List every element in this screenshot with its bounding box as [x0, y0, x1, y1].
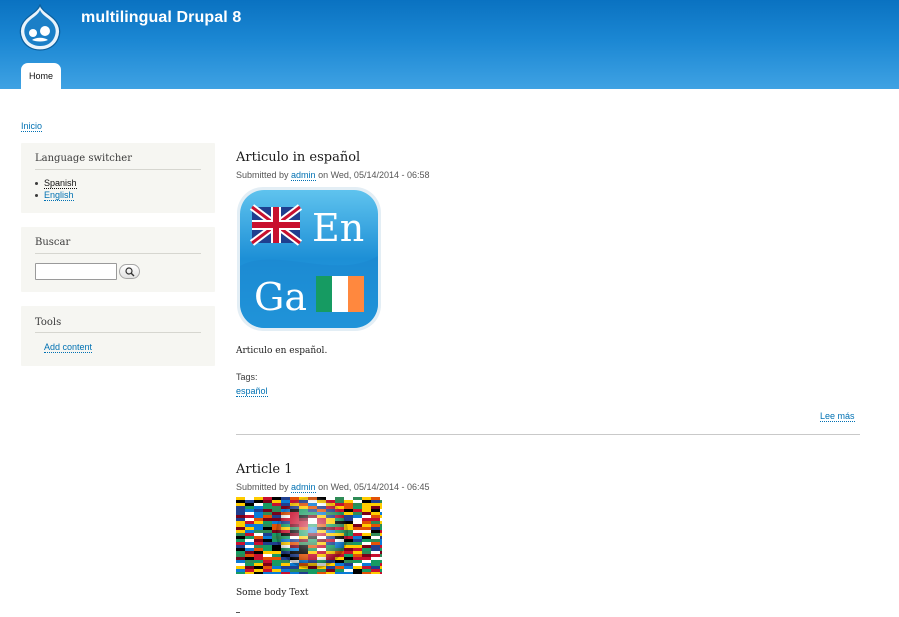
article-title[interactable]: Articulo in español	[236, 150, 360, 165]
drupal-logo-icon[interactable]	[18, 4, 62, 52]
block-divider	[35, 253, 201, 254]
tools-block: Tools Add content	[21, 306, 215, 366]
block-title: Buscar	[35, 237, 71, 248]
submitted-line: Submitted by admin on Wed, 05/14/2014 - …	[236, 170, 430, 181]
image-text-top: En	[312, 206, 364, 250]
submitted-prefix: Submitted by	[236, 170, 289, 180]
language-item-spanish: Spanish	[35, 177, 77, 189]
article-divider	[236, 434, 860, 435]
block-title: Language switcher	[35, 153, 132, 164]
language-switcher-block: Language switcher Spanish English	[21, 143, 215, 213]
en-ga-flags-icon[interactable]: En Ga	[236, 186, 382, 332]
add-content-link[interactable]: Add content	[44, 342, 93, 353]
search-icon	[125, 267, 135, 277]
author-link[interactable]: admin	[291, 482, 316, 493]
search-button[interactable]	[119, 264, 140, 279]
block-divider	[35, 332, 201, 333]
submitted-date: on Wed, 05/14/2014 - 06:58	[318, 170, 430, 180]
article-body: Some body Text	[236, 588, 309, 598]
language-link-spanish[interactable]: Spanish	[44, 178, 77, 189]
tag-link[interactable]: español	[236, 386, 268, 397]
globe-highlight	[276, 497, 348, 569]
tags-label-cutoff	[236, 612, 240, 613]
search-block: Buscar	[21, 227, 215, 292]
submitted-date: on Wed, 05/14/2014 - 06:45	[318, 482, 430, 492]
tab-home[interactable]: Home	[21, 63, 61, 89]
submitted-line: Submitted by admin on Wed, 05/14/2014 - …	[236, 482, 430, 493]
block-divider	[35, 169, 201, 170]
breadcrumb: Inicio	[21, 121, 43, 132]
language-link-english[interactable]: English	[44, 190, 74, 201]
language-list: Spanish English	[35, 177, 77, 201]
bullet-icon	[35, 194, 38, 197]
image-text-bottom: Ga	[254, 275, 307, 319]
block-title: Tools	[35, 317, 62, 328]
author-link[interactable]: admin	[291, 170, 316, 181]
world-flags-globe-image[interactable]	[236, 497, 382, 574]
submitted-prefix: Submitted by	[236, 482, 289, 492]
bullet-icon	[35, 182, 38, 185]
site-header: multilingual Drupal 8 Home	[0, 0, 899, 89]
tags-label: Tags:	[236, 372, 258, 382]
article-body: Articulo en español.	[236, 346, 328, 356]
flags-mosaic	[236, 497, 382, 574]
site-name[interactable]: multilingual Drupal 8	[81, 9, 241, 27]
language-item-english: English	[35, 189, 77, 201]
article-title[interactable]: Article 1	[236, 462, 293, 477]
breadcrumb-home-link[interactable]: Inicio	[21, 121, 43, 132]
search-input[interactable]	[35, 263, 117, 280]
read-more-link[interactable]: Lee más	[820, 411, 855, 422]
